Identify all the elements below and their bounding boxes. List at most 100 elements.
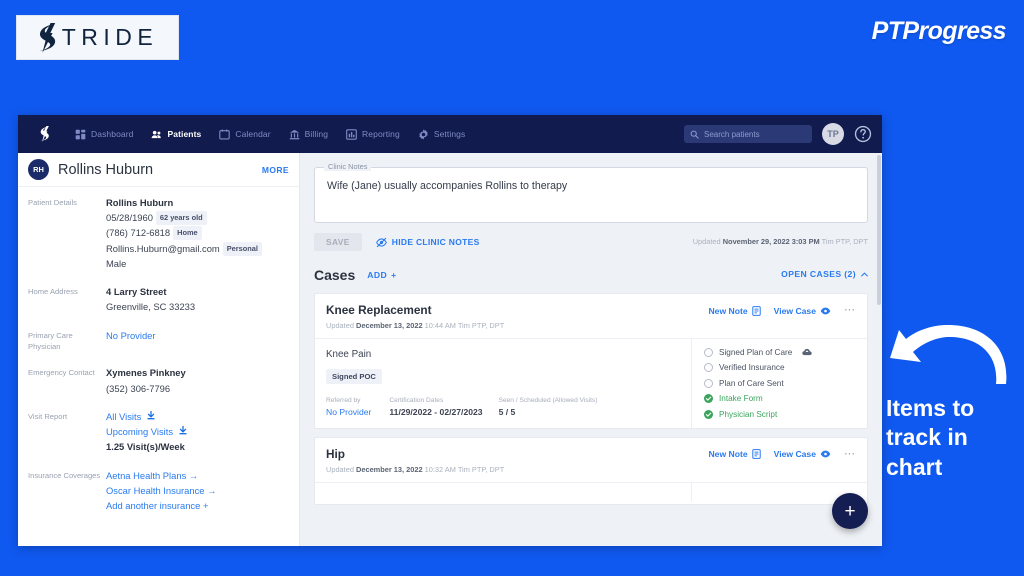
patient-info-list: Patient Details Rollins Huburn 05/28/196…	[18, 187, 299, 513]
chevron-up-icon	[861, 272, 868, 276]
checklist-item-physician-script[interactable]: Physician Script	[704, 409, 857, 419]
info-row-primary-care: Primary Care Physician No Provider	[18, 328, 299, 353]
case-details: Knee Pain Signed POC Referred by No Prov…	[315, 339, 691, 428]
curved-arrow-left-icon	[890, 324, 1007, 384]
nav-label-dashboard: Dashboard	[91, 129, 134, 139]
visit-frequency: 1.25 Visit(s)/Week	[106, 441, 185, 453]
emergency-contact-phone: (352) 306-7796	[106, 382, 171, 394]
insurance-item-row[interactable]: Oscar Health Insurance →	[106, 483, 216, 498]
patient-name-title: Rollins Huburn	[58, 161, 154, 178]
main-content: Clinic Notes Wife (Jane) usually accompa…	[300, 153, 882, 546]
case-updated-time: 10:44 AM	[424, 320, 456, 330]
download-icon	[147, 410, 155, 420]
info-row-emergency-contact: Emergency Contact Xymenes Pinkney (352) …	[18, 365, 299, 395]
detail-phone-row: (786) 712-6818 Home	[106, 225, 262, 241]
question-circle-icon[interactable]	[854, 125, 872, 143]
phone-type-chip: Home	[173, 226, 202, 241]
view-case-button[interactable]: View Case	[774, 449, 831, 459]
search-icon	[690, 130, 699, 139]
case-overflow-menu[interactable]: ⋯	[844, 448, 856, 460]
user-avatar[interactable]: TP	[822, 123, 844, 145]
add-fab-button[interactable]: +	[832, 493, 868, 529]
hide-clinic-notes-button[interactable]: HIDE CLINIC NOTES	[375, 237, 480, 248]
checklist-item-plan-of-care-sent[interactable]: Plan of Care Sent	[704, 378, 857, 388]
case-overflow-menu[interactable]: ⋯	[844, 305, 856, 316]
nav-item-reporting[interactable]: Reporting	[337, 124, 409, 145]
nav-label-settings: Settings	[433, 129, 466, 139]
nav-brand-logo[interactable]	[28, 126, 62, 142]
updated-author: Tim PTP, DPT	[821, 237, 868, 246]
nav-item-dashboard[interactable]: Dashboard	[66, 124, 142, 145]
case-header: Knee Replacement Updated December 13, 20…	[315, 294, 867, 338]
nav-item-patients[interactable]: Patients	[142, 124, 210, 145]
app-body: RH Rollins Huburn MORE Patient Details R…	[18, 153, 882, 546]
screenshot-stage: TRIDE PTProgress Items to track in chart	[0, 0, 1024, 576]
case-updated-time: 10:32 AM	[424, 464, 456, 474]
nav-item-calendar[interactable]: Calendar	[210, 124, 279, 145]
age-chip: 62 years old	[155, 211, 207, 226]
add-insurance-row[interactable]: Add another insurance +	[106, 498, 216, 513]
meta-label: Certification Dates	[389, 396, 444, 404]
new-note-button[interactable]: New Note	[708, 305, 761, 316]
value-visit-report: All Visits Upcoming Visits 1.25 Visit(s)…	[106, 409, 187, 455]
main-scrollbar[interactable]	[877, 155, 881, 305]
more-button[interactable]: MORE	[262, 165, 289, 175]
checklist-item-intake-form[interactable]: Intake Form	[704, 394, 857, 404]
nav-item-settings[interactable]: Settings	[409, 124, 475, 145]
case-updated: Updated December 13, 2022 10:44 AM Tim P…	[326, 321, 504, 330]
clinic-notes-section: Clinic Notes Wife (Jane) usually accompa…	[314, 162, 868, 251]
view-case-button[interactable]: View Case	[774, 306, 831, 316]
stride-logo: TRIDE	[16, 15, 179, 60]
save-button[interactable]: SAVE	[314, 233, 362, 251]
case-details	[315, 483, 691, 504]
add-case-button[interactable]: ADD +	[367, 270, 396, 280]
label-patient-details: Patient Details	[28, 198, 77, 207]
info-row-visit-report: Visit Report All Visits Upcoming Visits …	[18, 409, 299, 455]
case-updated-author: Tim PTP, DPT	[457, 320, 505, 330]
detail-dob-row: 05/28/1960 62 years old	[106, 210, 262, 226]
annotation-line-2: track in	[886, 424, 968, 451]
detail-phone: (786) 712-6818	[106, 227, 171, 239]
nav-label-billing: Billing	[304, 129, 329, 139]
case-updated-date: December 13, 2022	[356, 464, 423, 474]
info-row-patient-details: Patient Details Rollins Huburn 05/28/196…	[18, 195, 299, 271]
case-actions: New Note View Case ⋯	[708, 448, 856, 460]
cases-header: Cases ADD + OPEN CASES (2)	[314, 265, 868, 285]
primary-care-provider-link[interactable]: No Provider	[106, 328, 156, 343]
clinic-notes-updated: Updated November 29, 2022 3:03 PM Tim PT…	[693, 237, 868, 246]
case-status-badge: Signed POC	[326, 368, 382, 384]
case-card-hip: Hip Updated December 13, 2022 10:32 AM T…	[314, 436, 868, 505]
new-note-label: New Note	[708, 305, 748, 316]
stride-wordmark: TRIDE	[61, 24, 159, 50]
patient-sidebar: RH Rollins Huburn MORE Patient Details R…	[18, 153, 300, 546]
hide-clinic-notes-label: HIDE CLINIC NOTES	[391, 237, 480, 247]
meta-value-referred-by[interactable]: No Provider	[326, 407, 371, 417]
emergency-contact-name: Xymenes Pinkney	[106, 367, 186, 379]
new-note-button[interactable]: New Note	[708, 449, 761, 459]
radio-unchecked-icon	[704, 363, 713, 373]
value-insurance: Aetna Health Plans → Oscar Health Insura…	[106, 468, 216, 514]
clinic-notes-textarea[interactable]: Clinic Notes Wife (Jane) usually accompa…	[314, 162, 868, 223]
case-title-block: Hip Updated December 13, 2022 10:32 AM T…	[326, 447, 504, 474]
nav-label-reporting: Reporting	[362, 129, 400, 139]
label-insurance-coverages: Insurance Coverages	[28, 470, 101, 480]
nav-item-billing[interactable]: Billing	[280, 124, 337, 145]
clinic-notes-legend: Clinic Notes	[324, 162, 372, 171]
info-row-home-address: Home Address 4 Larry Street Greenville, …	[18, 284, 299, 314]
meta-value-certification-dates: 11/29/2022 - 02/27/2023	[389, 406, 483, 417]
add-case-label: ADD	[367, 270, 388, 280]
upcoming-visits-row[interactable]: Upcoming Visits	[106, 424, 187, 439]
checklist-item-signed-plan-of-care[interactable]: Signed Plan of Care	[704, 347, 857, 357]
value-primary-care: No Provider	[106, 328, 156, 353]
checklist-item-verified-insurance[interactable]: Verified Insurance	[704, 363, 857, 373]
search-patients-box[interactable]: Search patients	[684, 125, 812, 143]
label-primary-care-physician: Primary Care Physician	[28, 330, 73, 352]
gear-icon	[419, 129, 428, 139]
open-cases-toggle[interactable]: OPEN CASES (2)	[781, 269, 868, 279]
ptprogress-logo: PTProgress	[871, 17, 1007, 45]
case-updated-prefix: Updated	[326, 464, 354, 474]
insurance-item-row[interactable]: Aetna Health Plans →	[106, 468, 216, 483]
meta-value-seen-scheduled: 5 / 5	[498, 406, 516, 417]
all-visits-row[interactable]: All Visits	[106, 409, 187, 424]
grid-icon	[75, 129, 86, 139]
